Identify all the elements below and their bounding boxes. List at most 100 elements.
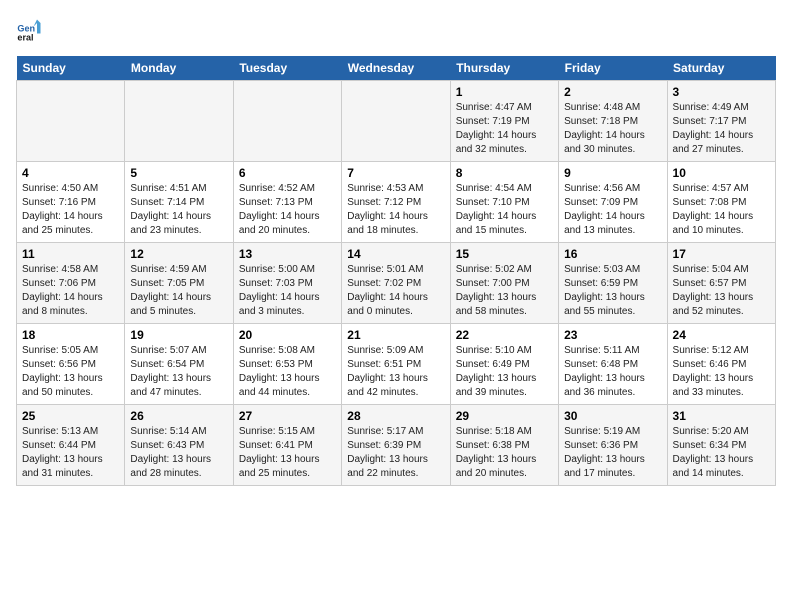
day-info: Sunrise: 4:59 AM Sunset: 7:05 PM Dayligh… [130, 263, 227, 319]
calendar-cell: 11 Sunrise: 4:58 AM Sunset: 7:06 PM Dayli… [17, 243, 125, 324]
day-number: 21 [347, 328, 444, 342]
day-info: Sunrise: 5:08 AM Sunset: 6:53 PM Dayligh… [239, 344, 336, 400]
day-number: 10 [673, 166, 770, 180]
calendar-cell: 27 Sunrise: 5:15 AM Sunset: 6:41 PM Dayli… [233, 405, 341, 486]
page-header: Gen eral [16, 16, 776, 44]
day-number: 8 [456, 166, 553, 180]
day-info: Sunrise: 5:20 AM Sunset: 6:34 PM Dayligh… [673, 425, 770, 481]
calendar-cell: 5 Sunrise: 4:51 AM Sunset: 7:14 PM Daylig… [125, 162, 233, 243]
day-number: 7 [347, 166, 444, 180]
day-info: Sunrise: 4:54 AM Sunset: 7:10 PM Dayligh… [456, 182, 553, 238]
day-info: Sunrise: 4:48 AM Sunset: 7:18 PM Dayligh… [564, 101, 661, 157]
calendar-cell: 7Sunrise: 4:53 AM Sunset: 7:12 PM Daylig… [342, 162, 450, 243]
day-number: 28 [347, 409, 444, 423]
day-info: Sunrise: 4:51 AM Sunset: 7:14 PM Dayligh… [130, 182, 227, 238]
day-of-week-header: Monday [125, 56, 233, 81]
calendar-cell: 1Sunrise: 4:47 AM Sunset: 7:19 PM Daylig… [450, 81, 558, 162]
day-info: Sunrise: 4:49 AM Sunset: 7:17 PM Dayligh… [673, 101, 770, 157]
calendar-cell: 21 Sunrise: 5:09 AM Sunset: 6:51 PM Dayli… [342, 324, 450, 405]
day-of-week-header: Friday [559, 56, 667, 81]
day-info: Sunrise: 5:13 AM Sunset: 6:44 PM Dayligh… [22, 425, 119, 481]
day-of-week-header: Sunday [17, 56, 125, 81]
day-number: 22 [456, 328, 553, 342]
day-info: Sunrise: 4:52 AM Sunset: 7:13 PM Dayligh… [239, 182, 336, 238]
logo-icon: Gen eral [16, 16, 44, 44]
day-number: 11 [22, 247, 119, 261]
header-row: SundayMondayTuesdayWednesdayThursdayFrid… [17, 56, 776, 81]
calendar-week-row: 4 Sunrise: 4:50 AM Sunset: 7:16 PM Daylig… [17, 162, 776, 243]
day-number: 15 [456, 247, 553, 261]
day-info: Sunrise: 5:10 AM Sunset: 6:49 PM Dayligh… [456, 344, 553, 400]
calendar-cell: 20Sunrise: 5:08 AM Sunset: 6:53 PM Dayli… [233, 324, 341, 405]
day-info: Sunrise: 5:07 AM Sunset: 6:54 PM Dayligh… [130, 344, 227, 400]
calendar-cell: 13 Sunrise: 5:00 AM Sunset: 7:03 PM Dayli… [233, 243, 341, 324]
calendar-cell: 31 Sunrise: 5:20 AM Sunset: 6:34 PM Dayli… [667, 405, 775, 486]
day-info: Sunrise: 4:57 AM Sunset: 7:08 PM Dayligh… [673, 182, 770, 238]
day-number: 18 [22, 328, 119, 342]
day-number: 13 [239, 247, 336, 261]
day-number: 23 [564, 328, 661, 342]
calendar-cell [125, 81, 233, 162]
day-info: Sunrise: 4:58 AM Sunset: 7:06 PM Dayligh… [22, 263, 119, 319]
day-info: Sunrise: 5:05 AM Sunset: 6:56 PM Dayligh… [22, 344, 119, 400]
day-number: 12 [130, 247, 227, 261]
calendar-cell: 16 Sunrise: 5:03 AM Sunset: 6:59 PM Dayli… [559, 243, 667, 324]
calendar-week-row: 1Sunrise: 4:47 AM Sunset: 7:19 PM Daylig… [17, 81, 776, 162]
calendar-cell: 26 Sunrise: 5:14 AM Sunset: 6:43 PM Dayli… [125, 405, 233, 486]
day-info: Sunrise: 4:56 AM Sunset: 7:09 PM Dayligh… [564, 182, 661, 238]
calendar-cell: 23 Sunrise: 5:11 AM Sunset: 6:48 PM Dayli… [559, 324, 667, 405]
calendar-cell: 8 Sunrise: 4:54 AM Sunset: 7:10 PM Daylig… [450, 162, 558, 243]
day-of-week-header: Saturday [667, 56, 775, 81]
day-number: 3 [673, 85, 770, 99]
day-number: 16 [564, 247, 661, 261]
day-info: Sunrise: 5:02 AM Sunset: 7:00 PM Dayligh… [456, 263, 553, 319]
day-info: Sunrise: 5:11 AM Sunset: 6:48 PM Dayligh… [564, 344, 661, 400]
day-number: 27 [239, 409, 336, 423]
logo: Gen eral [16, 16, 48, 44]
calendar-cell [233, 81, 341, 162]
day-number: 26 [130, 409, 227, 423]
day-number: 29 [456, 409, 553, 423]
day-number: 14 [347, 247, 444, 261]
day-info: Sunrise: 5:19 AM Sunset: 6:36 PM Dayligh… [564, 425, 661, 481]
day-info: Sunrise: 5:01 AM Sunset: 7:02 PM Dayligh… [347, 263, 444, 319]
day-number: 31 [673, 409, 770, 423]
calendar-cell: 17 Sunrise: 5:04 AM Sunset: 6:57 PM Dayli… [667, 243, 775, 324]
calendar-cell: 22 Sunrise: 5:10 AM Sunset: 6:49 PM Dayli… [450, 324, 558, 405]
calendar-cell: 12 Sunrise: 4:59 AM Sunset: 7:05 PM Dayli… [125, 243, 233, 324]
day-number: 4 [22, 166, 119, 180]
day-number: 2 [564, 85, 661, 99]
calendar-cell: 6Sunrise: 4:52 AM Sunset: 7:13 PM Daylig… [233, 162, 341, 243]
calendar-cell: 4 Sunrise: 4:50 AM Sunset: 7:16 PM Daylig… [17, 162, 125, 243]
day-info: Sunrise: 5:09 AM Sunset: 6:51 PM Dayligh… [347, 344, 444, 400]
calendar-cell: 9Sunrise: 4:56 AM Sunset: 7:09 PM Daylig… [559, 162, 667, 243]
day-number: 25 [22, 409, 119, 423]
calendar-cell: 28 Sunrise: 5:17 AM Sunset: 6:39 PM Dayli… [342, 405, 450, 486]
day-info: Sunrise: 5:17 AM Sunset: 6:39 PM Dayligh… [347, 425, 444, 481]
day-number: 17 [673, 247, 770, 261]
day-number: 30 [564, 409, 661, 423]
calendar-cell: 30 Sunrise: 5:19 AM Sunset: 6:36 PM Dayli… [559, 405, 667, 486]
day-number: 1 [456, 85, 553, 99]
calendar-cell: 15 Sunrise: 5:02 AM Sunset: 7:00 PM Dayli… [450, 243, 558, 324]
day-info: Sunrise: 5:00 AM Sunset: 7:03 PM Dayligh… [239, 263, 336, 319]
day-number: 24 [673, 328, 770, 342]
day-info: Sunrise: 5:12 AM Sunset: 6:46 PM Dayligh… [673, 344, 770, 400]
calendar-cell [17, 81, 125, 162]
calendar-cell: 10 Sunrise: 4:57 AM Sunset: 7:08 PM Dayli… [667, 162, 775, 243]
day-info: Sunrise: 5:03 AM Sunset: 6:59 PM Dayligh… [564, 263, 661, 319]
calendar-cell [342, 81, 450, 162]
calendar-cell: 19Sunrise: 5:07 AM Sunset: 6:54 PM Dayli… [125, 324, 233, 405]
calendar-cell: 3 Sunrise: 4:49 AM Sunset: 7:17 PM Daylig… [667, 81, 775, 162]
calendar-week-row: 18 Sunrise: 5:05 AM Sunset: 6:56 PM Dayli… [17, 324, 776, 405]
day-info: Sunrise: 5:04 AM Sunset: 6:57 PM Dayligh… [673, 263, 770, 319]
day-info: Sunrise: 5:18 AM Sunset: 6:38 PM Dayligh… [456, 425, 553, 481]
calendar-cell: 25 Sunrise: 5:13 AM Sunset: 6:44 PM Dayli… [17, 405, 125, 486]
day-number: 5 [130, 166, 227, 180]
calendar-cell: 2 Sunrise: 4:48 AM Sunset: 7:18 PM Daylig… [559, 81, 667, 162]
day-info: Sunrise: 5:14 AM Sunset: 6:43 PM Dayligh… [130, 425, 227, 481]
day-info: Sunrise: 4:50 AM Sunset: 7:16 PM Dayligh… [22, 182, 119, 238]
day-info: Sunrise: 5:15 AM Sunset: 6:41 PM Dayligh… [239, 425, 336, 481]
svg-text:eral: eral [17, 33, 33, 43]
calendar-cell: 24 Sunrise: 5:12 AM Sunset: 6:46 PM Dayli… [667, 324, 775, 405]
